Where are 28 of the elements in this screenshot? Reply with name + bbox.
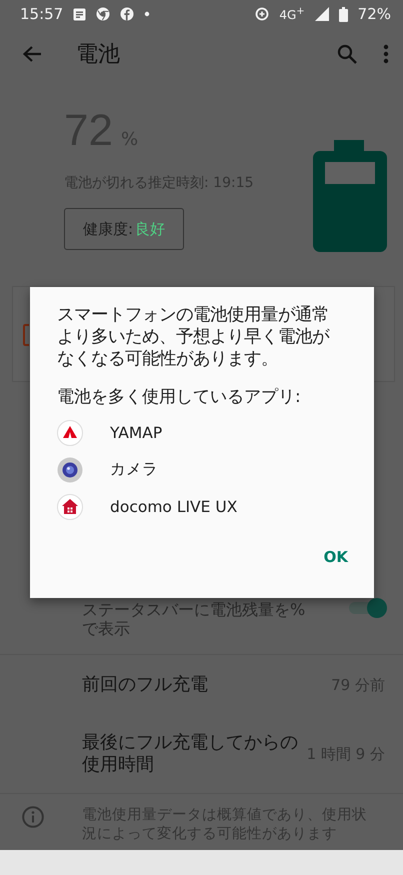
browser-icon: [96, 7, 110, 21]
app-name: カメラ: [110, 459, 158, 480]
signal-icon: [314, 7, 329, 21]
app-name: YAMAP: [110, 424, 162, 442]
percent-unit: %: [120, 129, 138, 150]
more-options-icon[interactable]: [383, 44, 389, 64]
triangle-app-icon: [57, 420, 83, 446]
battery-percent: 72%: [358, 5, 391, 23]
ok-button[interactable]: OK: [320, 544, 352, 570]
search-icon[interactable]: [337, 44, 357, 64]
data-saver-icon: [255, 7, 270, 21]
large-battery-icon: [313, 140, 387, 252]
health-button[interactable]: 健康度:良好: [64, 208, 184, 250]
apps-heading: 電池を多く使用しているアプリ:: [57, 386, 302, 408]
back-arrow-icon[interactable]: [22, 45, 42, 63]
info-icon: [22, 806, 44, 828]
notes-icon: [73, 8, 86, 20]
battery-icon: [338, 6, 348, 22]
dialog-message: スマートフォンの電池使用量が通常より多いため、予想より早く電池がなくなる可能性があります。: [57, 305, 330, 371]
facebook-icon: [120, 7, 134, 21]
house-app-icon: [57, 494, 83, 520]
camera-lens-app-icon: [57, 456, 83, 483]
network-type: 4G$^{+}$: [279, 6, 305, 22]
dot-icon: [144, 11, 150, 17]
bracket-icon: [23, 324, 29, 346]
status-time: 15:57: [20, 5, 64, 23]
app-name: docomo LIVE UX: [110, 498, 238, 516]
page-title: 電池: [76, 41, 121, 69]
